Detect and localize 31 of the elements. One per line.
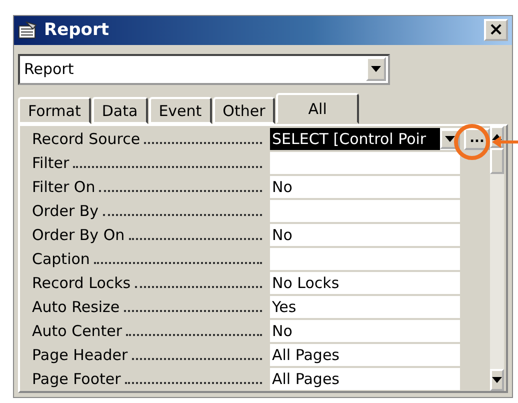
caret-icon: [371, 66, 381, 72]
tab[interactable]: Format: [18, 97, 91, 124]
property-label: Page Footer: [20, 370, 270, 388]
property-label: Auto Resize: [20, 298, 270, 316]
tab[interactable]: Other: [212, 97, 276, 124]
pointer-arrow: [492, 136, 518, 148]
report-icon: [18, 21, 38, 40]
property-label: Filter On: [20, 178, 270, 196]
scroll-thumb[interactable]: [490, 148, 504, 174]
object-combo[interactable]: Report: [18, 54, 390, 85]
down-arrow-icon: [492, 377, 502, 383]
property-label: Order By: [20, 202, 270, 220]
dropdown-button[interactable]: [366, 57, 386, 82]
combo-value: Report: [23, 60, 75, 78]
property-label: Page Header: [20, 346, 270, 364]
scrollbar[interactable]: [490, 126, 504, 391]
property-value-field[interactable]: SELECT [Control Poir: [270, 128, 460, 150]
window-title: Report: [44, 20, 110, 40]
property-label: Auto Center: [20, 322, 270, 340]
property-label: Order By On: [20, 226, 270, 244]
property-label: Record Locks: [20, 274, 270, 292]
caret-icon: [445, 136, 455, 142]
scroll-down-button[interactable]: [490, 369, 504, 391]
property-label: Filter: [20, 154, 270, 172]
tab[interactable]: Data: [92, 97, 148, 124]
property-label: Caption: [20, 250, 270, 268]
tab[interactable]: Event: [148, 97, 212, 124]
property-label: Record Source: [20, 130, 270, 148]
close-button[interactable]: ×: [484, 19, 508, 42]
tab[interactable]: All: [276, 93, 359, 124]
highlight-circle: [454, 124, 490, 160]
